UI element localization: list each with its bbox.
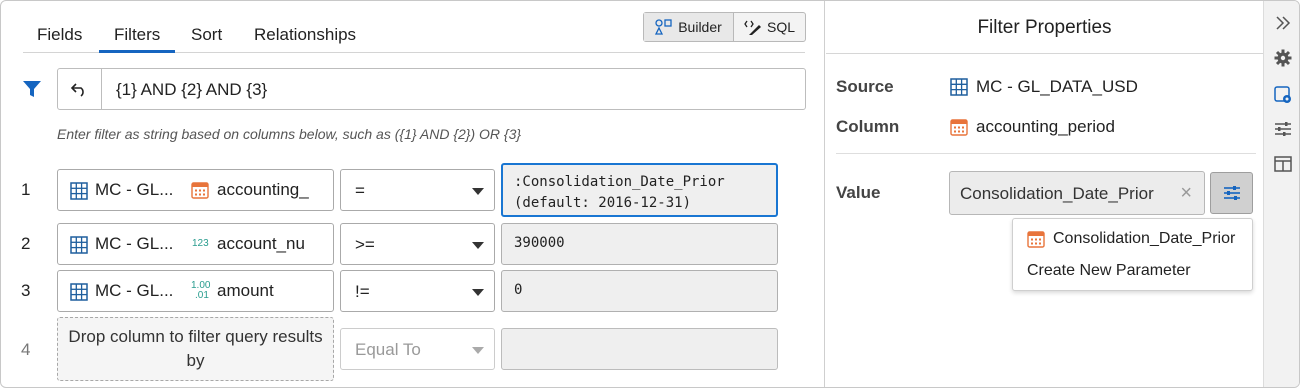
menu-item-label: Consolidation_Date_Prior [1053,230,1236,247]
tab-relationships[interactable]: Relationships [252,25,358,45]
parameter-menu: Consolidation_Date_Prior Create New Para… [1012,218,1253,291]
tab-filters[interactable]: Filters [112,25,162,45]
operator-select[interactable]: = [340,169,495,211]
source-label: Source [836,77,894,96]
filter-value-text: 390000 [514,235,565,251]
app-frame: Fields Filters Sort Relationships Builde… [0,0,1300,388]
source-value: MC - GL_DATA_USD [950,77,1138,97]
builder-mode-button[interactable]: Builder [644,13,734,41]
filter-value-input[interactable]: :Consolidation_Date_Prior (default: 2016… [501,163,778,217]
sql-label: SQL [766,19,795,35]
date-type-icon [1027,231,1045,248]
collapse-icon[interactable] [1273,13,1293,33]
parameter-name: Consolidation_Date_Prior [960,184,1154,203]
builder-icon [655,19,672,35]
value-label: Value [836,183,881,202]
side-rail [1263,1,1299,387]
filter-source-name: MC - GL... [95,281,174,300]
sql-edit-icon [744,20,761,35]
filter-funnel-icon [23,81,41,97]
filter-hint-text: Enter filter as string based on columns … [57,126,522,142]
filter-properties-panel: Filter Properties Source MC - GL_DATA_US… [826,1,1263,387]
active-tab-indicator [99,50,175,53]
undo-icon [70,83,84,97]
filter-expression-value: {1} AND {2} AND {3} [116,80,268,99]
table-icon [950,78,968,96]
divider [836,153,1256,154]
filter-builder-panel: Fields Filters Sort Relationships Builde… [1,1,825,387]
filter-row-number: 4 [21,340,31,359]
tab-fields[interactable]: Fields [35,25,84,45]
filter-value-input[interactable]: 0 [501,270,778,312]
sliders-icon[interactable] [1273,119,1293,139]
menu-item-parameter[interactable]: Consolidation_Date_Prior [1027,230,1235,248]
integer-type-icon: 123 [192,238,209,249]
table-icon [70,236,88,254]
filter-row-number: 2 [21,234,31,253]
filter-settings-icon[interactable] [1273,85,1293,105]
decimal-type-icon-bottom: .01 [195,290,209,301]
filter-source-name: MC - GL... [95,234,174,253]
column-value: accounting_period [950,117,1115,137]
builder-label: Builder [678,19,722,35]
mode-toggle: Builder SQL [643,12,806,42]
filter-row-number: 1 [21,180,31,199]
gear-icon[interactable] [1273,48,1293,68]
column-name: accounting_period [976,117,1115,136]
filter-column-name: account_nu [217,234,305,253]
date-type-icon [950,119,968,136]
filter-source-name: MC - GL... [95,180,174,199]
undo-button[interactable] [58,69,102,109]
filter-value-text: 0 [514,282,523,298]
layout-icon[interactable] [1273,154,1293,174]
filter-value-input-empty [501,328,778,370]
column-drop-zone[interactable]: Drop column to filter query results by [57,317,334,381]
filter-row-number: 3 [21,281,31,300]
menu-item-label: Create New Parameter [1027,262,1191,279]
filter-value-text: :Consolidation_Date_Prior (default: 2016… [514,174,725,211]
divider [826,53,1263,54]
chevron-down-icon [472,188,484,195]
parameter-picker-button[interactable] [1210,172,1253,214]
clear-icon[interactable]: × [1180,182,1192,205]
operator-select[interactable]: >= [340,223,495,265]
table-icon [70,283,88,301]
operator-value: >= [355,235,375,254]
tab-sort[interactable]: Sort [189,25,224,45]
filter-column-name: amount [217,281,274,300]
panel-title: Filter Properties [977,17,1112,38]
column-label: Column [836,117,900,136]
menu-item-create-parameter[interactable]: Create New Parameter [1027,262,1191,280]
filter-column-name: accounting_ [217,180,309,199]
filter-column-select[interactable]: MC - GL... accounting_ [57,169,334,211]
operator-select-disabled: Equal To [340,328,495,370]
filter-value-input[interactable]: 390000 [501,223,778,265]
sql-mode-button[interactable]: SQL [734,13,805,41]
operator-select[interactable]: != [340,270,495,312]
chevron-down-icon [472,242,484,249]
operator-value: != [355,282,370,301]
table-icon [70,182,88,200]
parameter-field[interactable]: Consolidation_Date_Prior × [949,171,1205,215]
date-type-icon [191,182,209,199]
sliders-icon [1223,186,1240,200]
filter-column-select[interactable]: MC - GL... 123 account_nu [57,223,334,265]
filter-expression-input[interactable]: {1} AND {2} AND {3} [57,68,806,110]
chevron-down-icon [472,347,484,354]
chevron-down-icon [472,289,484,296]
filter-column-select[interactable]: MC - GL... 1.00 .01 amount [57,270,334,312]
operator-value: Equal To [355,340,421,359]
operator-value: = [355,181,365,200]
source-name: MC - GL_DATA_USD [976,77,1138,96]
